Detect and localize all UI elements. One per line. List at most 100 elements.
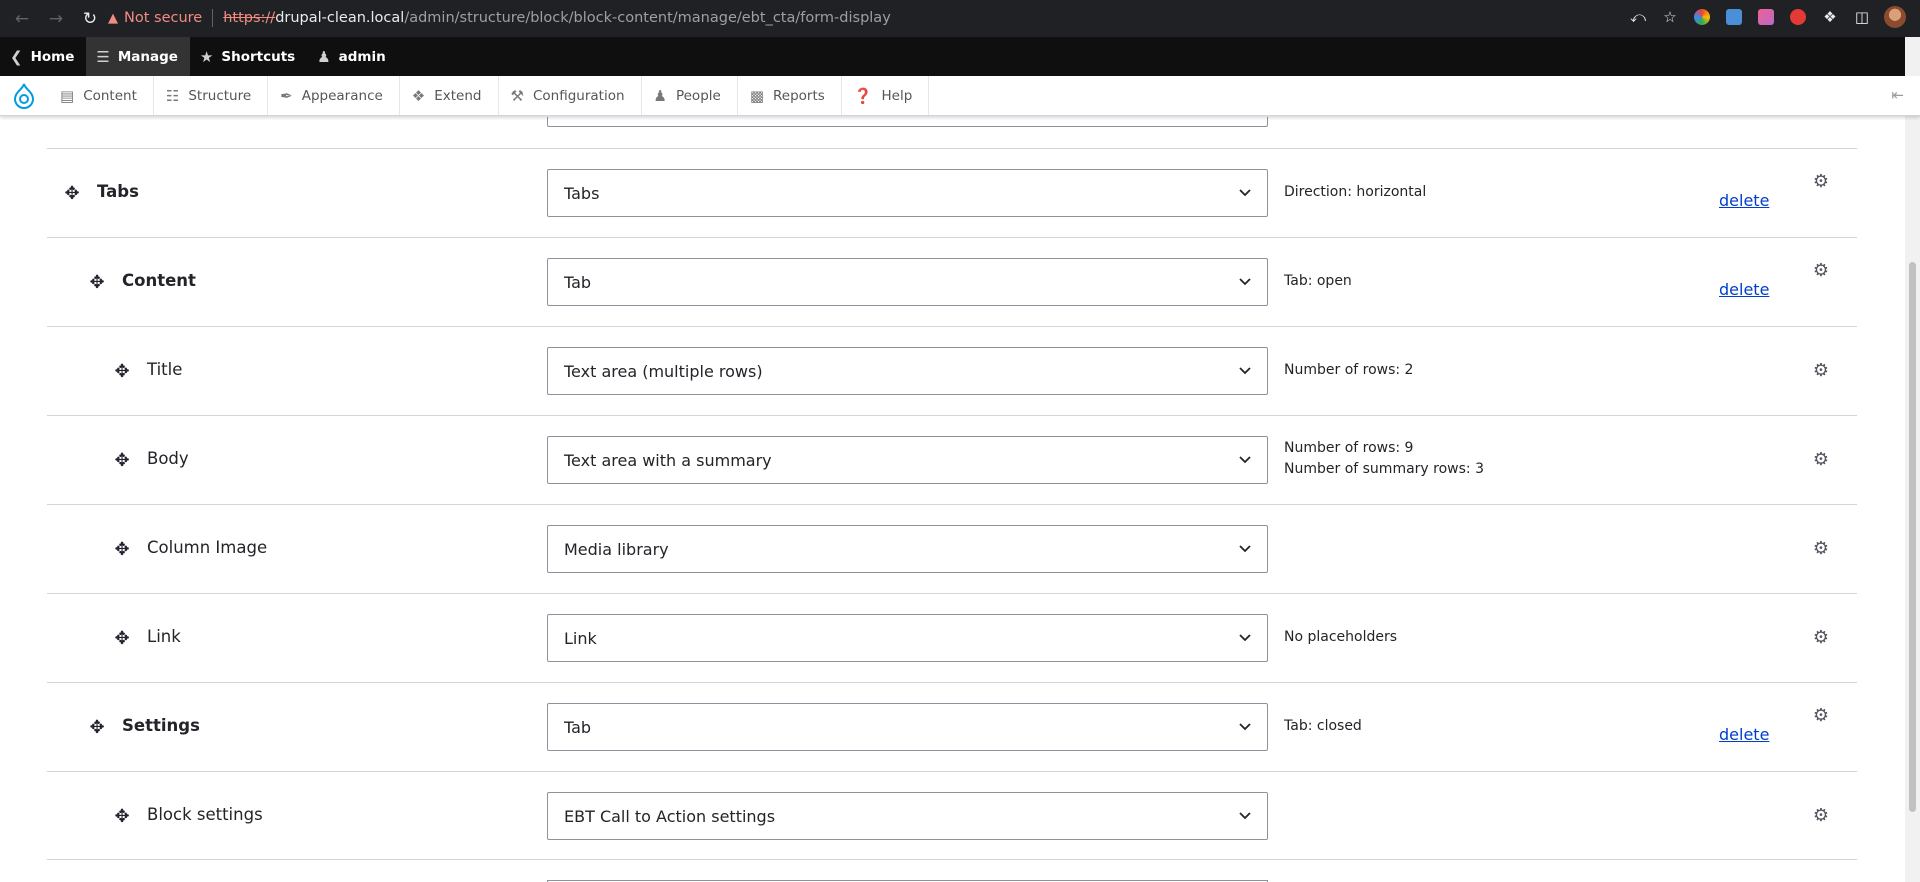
widget-select[interactable]: Tabs [547, 169, 1268, 217]
forward-arrow-icon[interactable]: → [44, 7, 68, 31]
scrollbar-thumb[interactable] [1909, 262, 1916, 812]
menu-item-label: Appearance [301, 87, 383, 104]
widget-select-value: Tab [564, 717, 592, 737]
widget-select[interactable]: Tab [547, 703, 1268, 751]
drag-handle-icon[interactable]: ✥ [113, 630, 131, 648]
menu-item-reports[interactable]: ▩ Reports [738, 76, 842, 115]
toolbar-manage[interactable]: ☰ Manage [86, 37, 190, 76]
extension-icon[interactable] [1788, 7, 1808, 27]
content-icon: ▤ [60, 86, 75, 105]
menu-item-label: People [675, 87, 721, 104]
menu-item-help[interactable]: ❓ Help [842, 76, 930, 115]
appearance-icon: ✒ [280, 86, 293, 105]
widget-select[interactable]: Link [547, 614, 1268, 662]
table-row: ✥ Column Image Media library ⚙ [47, 504, 1857, 593]
menu-item-label: Structure [188, 87, 252, 104]
toolbar-home-label: Home [30, 48, 75, 65]
table-row: ✥ Content Tab Tab: open delete ⚙ [47, 237, 1857, 326]
menu-item-label: Help [881, 87, 913, 104]
menu-item-people[interactable]: ♟ People [642, 76, 738, 115]
table-row: ✥ Link Link No placeholders ⚙ [47, 593, 1857, 682]
star-icon: ★ [199, 47, 214, 66]
row-label: Title [147, 360, 183, 379]
row-label: Content [122, 271, 196, 290]
row-summary: No placeholders [1284, 627, 1397, 648]
chevron-down-icon [1239, 456, 1251, 464]
summary-line: Number of rows: 2 [1284, 362, 1414, 378]
share-icon[interactable]: ⤺ [1628, 7, 1648, 27]
gear-icon[interactable]: ⚙ [1812, 629, 1830, 647]
delete-link[interactable]: delete [1719, 725, 1769, 744]
row-summary: Number of rows: 2 [1284, 360, 1413, 381]
table-row: ✥ Tabs Tabs Direction: horizontal delete… [47, 148, 1857, 237]
gear-icon[interactable]: ⚙ [1812, 451, 1830, 469]
warning-icon: ▲ [108, 10, 118, 26]
gear-icon[interactable]: ⚙ [1812, 707, 1830, 725]
table-row: ✥ Block settings EBT Call to Action sett… [47, 771, 1857, 860]
extension-icon[interactable] [1756, 7, 1776, 27]
chevron-down-icon [1239, 723, 1251, 731]
menu-item-appearance[interactable]: ✒ Appearance [268, 76, 400, 115]
summary-line: Tab: open [1284, 273, 1352, 289]
menu-item-label: Reports [773, 87, 825, 104]
admin-toolbar: ❮ Home ☰ Manage ★ Shortcuts ♟ admin [0, 37, 1920, 76]
drag-handle-icon[interactable]: ✥ [88, 274, 106, 292]
widget-select-value: Link [564, 628, 597, 648]
toolbar-shortcuts-label: Shortcuts [221, 48, 296, 65]
bookmark-star-icon[interactable]: ☆ [1660, 7, 1680, 27]
summary-line: Direction: horizontal [1284, 184, 1427, 200]
drag-handle-icon[interactable]: ✥ [113, 808, 131, 826]
menu-item-configuration[interactable]: ⚒ Configuration [499, 76, 642, 115]
toolbar-manage-label: Manage [117, 48, 178, 65]
tray-orientation-toggle-icon[interactable]: ⇤ [1891, 86, 1904, 104]
drupal-logo-icon[interactable] [0, 76, 48, 115]
not-secure-label[interactable]: Not secure [124, 10, 202, 26]
summary-line: Number of summary rows: 3 [1284, 461, 1484, 477]
widget-select[interactable]: Tab [547, 258, 1268, 306]
structure-icon: ☷ [165, 86, 180, 105]
puzzle-icon[interactable]: ❖ [1820, 7, 1840, 27]
home-icon: ❮ [10, 47, 23, 66]
avatar[interactable] [1884, 6, 1906, 28]
delete-link[interactable]: delete [1719, 280, 1769, 299]
table-row: ✥ Body Text area with a summary Number o… [47, 415, 1857, 504]
menu-item-structure[interactable]: ☷ Structure [154, 76, 269, 115]
drag-handle-icon[interactable]: ✥ [113, 363, 131, 381]
toolbar-home[interactable]: ❮ Home [0, 37, 86, 76]
widget-select[interactable]: Media library [547, 525, 1268, 573]
page-scrollbar[interactable] [1905, 37, 1920, 882]
extension-icon[interactable] [1724, 7, 1744, 27]
gear-icon[interactable]: ⚙ [1812, 540, 1830, 558]
back-arrow-icon[interactable]: ← [10, 7, 34, 31]
address-bar[interactable]: ▲ Not secure https:// drupal-clean.local… [108, 4, 1638, 32]
toolbar-shortcuts[interactable]: ★ Shortcuts [190, 37, 307, 76]
reload-icon[interactable]: ↻ [78, 7, 102, 31]
table-row: ✥ Settings Tab Tab: closed delete ⚙ [47, 682, 1857, 771]
menu-item-extend[interactable]: ❖ Extend [400, 76, 499, 115]
gear-icon[interactable]: ⚙ [1812, 362, 1830, 380]
widget-select[interactable]: Text area with a summary [547, 436, 1268, 484]
chevron-down-icon [1239, 634, 1251, 642]
row-label: Tabs [97, 182, 139, 201]
widget-select-value: Text area (multiple rows) [564, 361, 763, 381]
chevron-down-icon [1239, 812, 1251, 820]
widget-select[interactable]: EBT Call to Action settings [547, 792, 1268, 840]
drag-handle-icon[interactable]: ✥ [113, 541, 131, 559]
menu-item-content[interactable]: ▤ Content [48, 76, 154, 115]
gear-icon[interactable]: ⚙ [1812, 807, 1830, 825]
url-host: drupal-clean.local [275, 10, 405, 26]
toolbar-user-label: admin [338, 48, 386, 65]
toolbar-user[interactable]: ♟ admin [307, 37, 398, 76]
gear-icon[interactable]: ⚙ [1812, 262, 1830, 280]
widget-select[interactable]: Text area (multiple rows) [547, 347, 1268, 395]
widget-select-value: Tab [564, 272, 592, 292]
delete-link[interactable]: delete [1719, 191, 1769, 210]
drag-handle-icon[interactable]: ✥ [63, 185, 81, 203]
drag-handle-icon[interactable]: ✥ [113, 452, 131, 470]
side-panel-icon[interactable]: ◫ [1852, 7, 1872, 27]
extension-icon[interactable] [1692, 7, 1712, 27]
previous-widget-select[interactable] [547, 117, 1268, 127]
gear-icon[interactable]: ⚙ [1812, 173, 1830, 191]
drag-handle-icon[interactable]: ✥ [88, 719, 106, 737]
widget-select-value: Media library [564, 539, 669, 559]
